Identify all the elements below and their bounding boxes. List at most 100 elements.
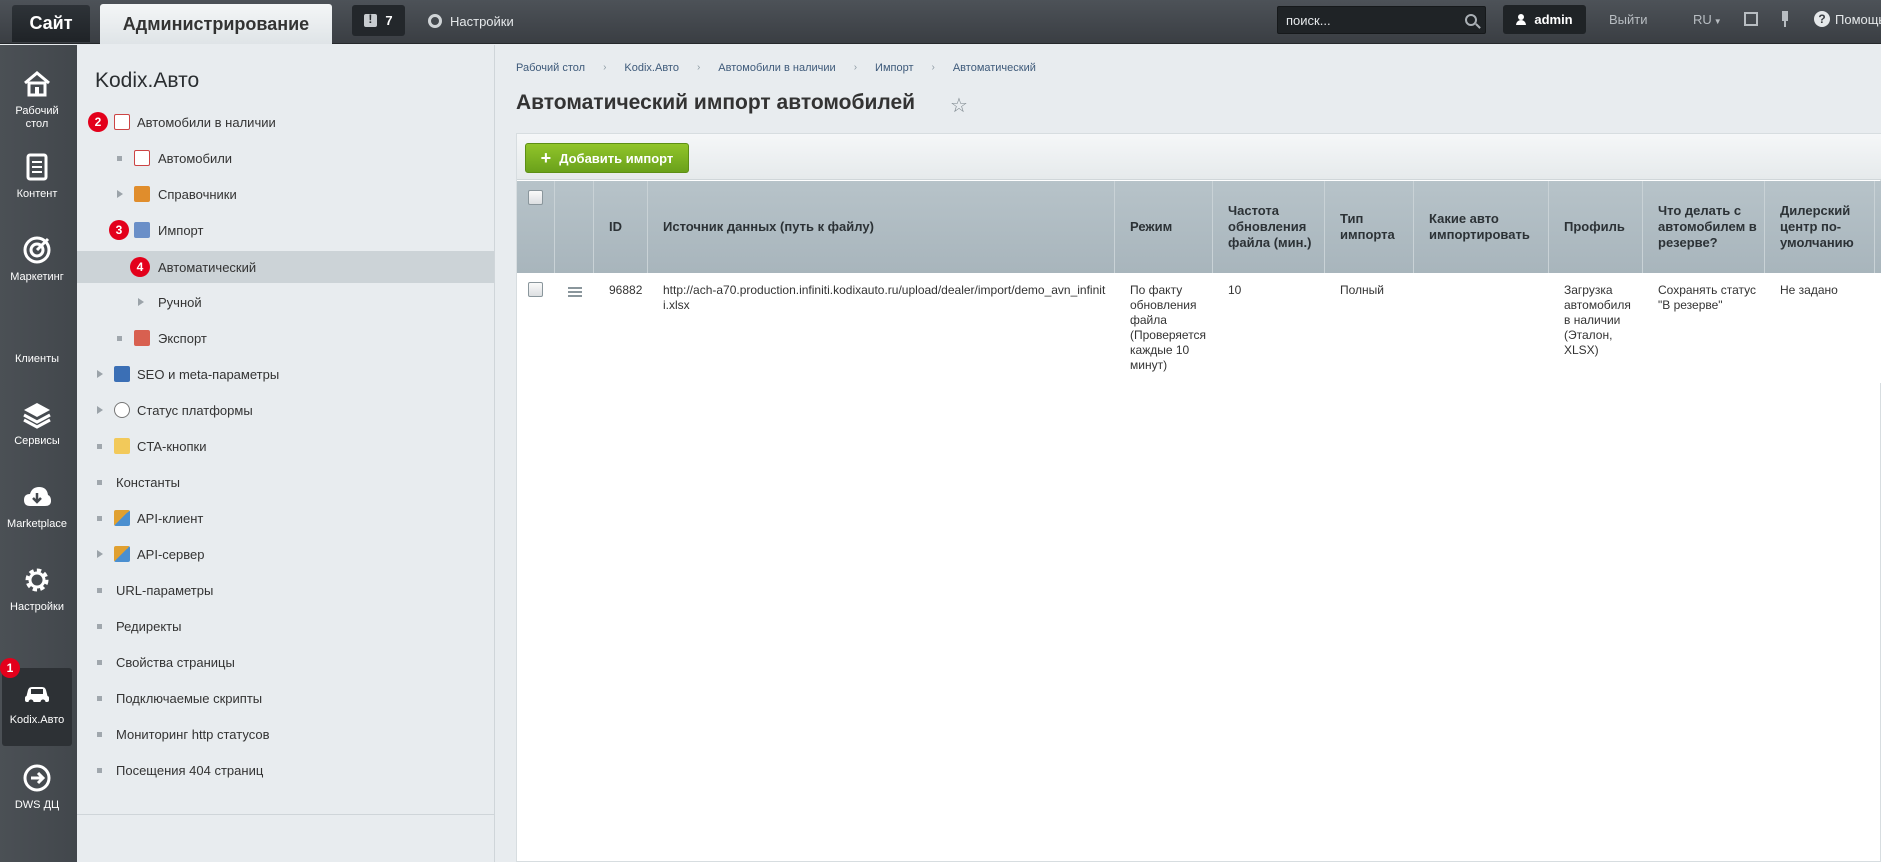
logout-link[interactable]: Выйти	[1609, 12, 1648, 27]
column-header-import-type[interactable]: Тип импорта	[1325, 181, 1414, 273]
column-header-mode[interactable]: Режим	[1115, 181, 1213, 273]
bullet-icon	[117, 336, 122, 341]
add-import-button[interactable]: + Добавить импорт	[525, 143, 689, 173]
language-label: RU	[1693, 12, 1712, 27]
sidebar-item-label: Посещения 404 страниц	[116, 762, 264, 778]
nav-settings[interactable]: Настройки	[2, 555, 72, 633]
sidebar-item-manual[interactable]: Ручной	[77, 286, 494, 318]
notifications-button[interactable]: 7	[352, 5, 405, 36]
import-panel: + Добавить импорт ID Источник данных (пу…	[516, 133, 1881, 862]
cell-import-type: Полный	[1340, 283, 1384, 297]
sidebar-item-redirects[interactable]: Редиректы	[77, 610, 494, 642]
nav-clients[interactable]: Клиенты	[2, 307, 72, 385]
cell-frequency: 10	[1228, 283, 1242, 297]
sidebar-item-label: Ручной	[158, 294, 202, 310]
cell-profile: Загрузка автомобиля в наличии (Эталон, X…	[1564, 283, 1631, 357]
column-header-frequency[interactable]: Частота обновления файла (мин.)	[1213, 181, 1325, 273]
sidebar-item-404[interactable]: Посещения 404 страниц	[77, 754, 494, 786]
settings-link[interactable]: Настройки	[428, 10, 514, 32]
bullet-icon	[97, 660, 102, 665]
sidebar-item-label: SEO и meta-параметры	[137, 366, 280, 382]
sidebar-item-cta[interactable]: CTA-кнопки	[77, 430, 494, 462]
seo-icon	[114, 366, 130, 382]
sidebar-item-cars-in-stock[interactable]: 2 Автомобили в наличии	[77, 106, 494, 138]
expand-arrow-icon[interactable]	[138, 298, 144, 306]
nav-label: Kodix.Авто	[9, 714, 65, 726]
clients-icon	[22, 317, 52, 347]
menu-icon[interactable]	[568, 287, 582, 297]
sidebar-item-label: Редиректы	[116, 618, 182, 634]
breadcrumb-item[interactable]: Импорт	[875, 62, 913, 74]
user-button[interactable]: admin	[1503, 5, 1586, 34]
section-sidebar: Kodix.Авто 2 Автомобили в наличии Автомо…	[77, 45, 495, 862]
step-badge: 2	[88, 112, 108, 132]
sidebar-item-url-params[interactable]: URL-параметры	[77, 574, 494, 606]
sidebar-item-cars[interactable]: Автомобили	[77, 142, 494, 174]
table-row[interactable]: 96882 http://ach-a70.production.infiniti…	[517, 273, 1881, 383]
column-header-which-cars[interactable]: Какие авто импортировать	[1414, 181, 1549, 273]
cell-mode: По факту обновления файла (Проверяется к…	[1130, 283, 1207, 372]
api-icon	[114, 546, 130, 562]
sidebar-item-constants[interactable]: Константы	[77, 466, 494, 498]
column-header-source[interactable]: Источник данных (путь к файлу)	[648, 181, 1115, 273]
select-all-checkbox[interactable]	[528, 190, 543, 205]
calendar-icon[interactable]	[1744, 12, 1758, 26]
tab-admin[interactable]: Администрирование	[100, 4, 332, 44]
breadcrumb-item[interactable]: Kodix.Авто	[624, 62, 679, 74]
breadcrumb-item[interactable]: Автоматический	[953, 62, 1036, 74]
nav-desktop[interactable]: Рабочий стол	[2, 59, 72, 137]
gear-icon	[25, 568, 49, 592]
sidebar-item-automatic[interactable]: 4 Автоматический	[77, 251, 494, 283]
sidebar-item-http-monitoring[interactable]: Мониторинг http статусов	[77, 718, 494, 750]
sidebar-item-directories[interactable]: Справочники	[77, 178, 494, 210]
search-icon[interactable]	[1465, 14, 1477, 26]
search-box	[1277, 6, 1486, 34]
sidebar-item-seo[interactable]: SEO и meta-параметры	[77, 358, 494, 390]
nav-kodix-auto[interactable]: Kodix.Авто	[2, 668, 72, 746]
column-header-reserve[interactable]: Что делать с автомобилем в резерве?	[1643, 181, 1765, 273]
nav-content[interactable]: Контент	[2, 142, 72, 220]
nav-marketing[interactable]: Маркетинг	[2, 225, 72, 303]
expand-arrow-icon[interactable]	[117, 190, 123, 198]
tab-site[interactable]: Сайт	[12, 5, 90, 42]
sidebar-item-api-client[interactable]: API-клиент	[77, 502, 494, 534]
bullet-icon	[97, 624, 102, 629]
breadcrumb-item[interactable]: Автомобили в наличии	[718, 62, 835, 74]
star-icon[interactable]: ☆	[950, 93, 968, 118]
help-link[interactable]: ? Помощь	[1814, 11, 1881, 27]
sidebar-item-page-props[interactable]: Свойства страницы	[77, 646, 494, 678]
nav-label: стол	[25, 118, 49, 130]
car-icon	[25, 687, 49, 705]
sidebar-item-label: Подключаемые скрипты	[116, 690, 263, 706]
nav-label: Маркетинг	[10, 271, 64, 283]
step-badge: 4	[130, 257, 150, 277]
sidebar-item-platform-status[interactable]: Статус платформы	[77, 394, 494, 426]
breadcrumb-item[interactable]: Рабочий стол	[516, 62, 585, 74]
cell-reserve: Сохранять статус "В резерве"	[1658, 283, 1757, 312]
expand-arrow-icon[interactable]	[97, 370, 103, 378]
language-select[interactable]: RU ▼	[1693, 12, 1722, 27]
nav-marketplace[interactable]: Marketplace	[2, 472, 72, 550]
expand-arrow-icon[interactable]	[97, 406, 103, 414]
user-name: admin	[1534, 12, 1573, 27]
expand-arrow-icon[interactable]	[97, 550, 103, 558]
api-icon	[114, 510, 130, 526]
column-header-id[interactable]: ID	[594, 181, 648, 273]
sidebar-item-label: Мониторинг http статусов	[116, 726, 270, 742]
row-checkbox[interactable]	[528, 282, 543, 297]
help-icon: ?	[1814, 11, 1830, 27]
nav-dws[interactable]: DWS ДЦ	[2, 753, 72, 831]
bullet-icon	[97, 480, 102, 485]
sidebar-item-import[interactable]: 3 Импорт	[77, 214, 494, 246]
sidebar-item-export[interactable]: Экспорт	[77, 322, 494, 354]
sidebar-item-label: API-клиент	[137, 510, 204, 526]
column-header-dealer[interactable]: Дилерский центр по-умолчанию	[1765, 181, 1875, 273]
sidebar-item-scripts[interactable]: Подключаемые скрипты	[77, 682, 494, 714]
column-header-profile[interactable]: Профиль	[1549, 181, 1643, 273]
nav-services[interactable]: Сервисы	[2, 389, 72, 467]
pin-icon[interactable]	[1781, 11, 1789, 27]
search-input[interactable]	[1286, 12, 1465, 28]
page-title: Автоматический импорт автомобилей	[516, 91, 916, 114]
sidebar-item-api-server[interactable]: API-сервер	[77, 538, 494, 570]
sidebar-item-label: Константы	[116, 474, 180, 490]
